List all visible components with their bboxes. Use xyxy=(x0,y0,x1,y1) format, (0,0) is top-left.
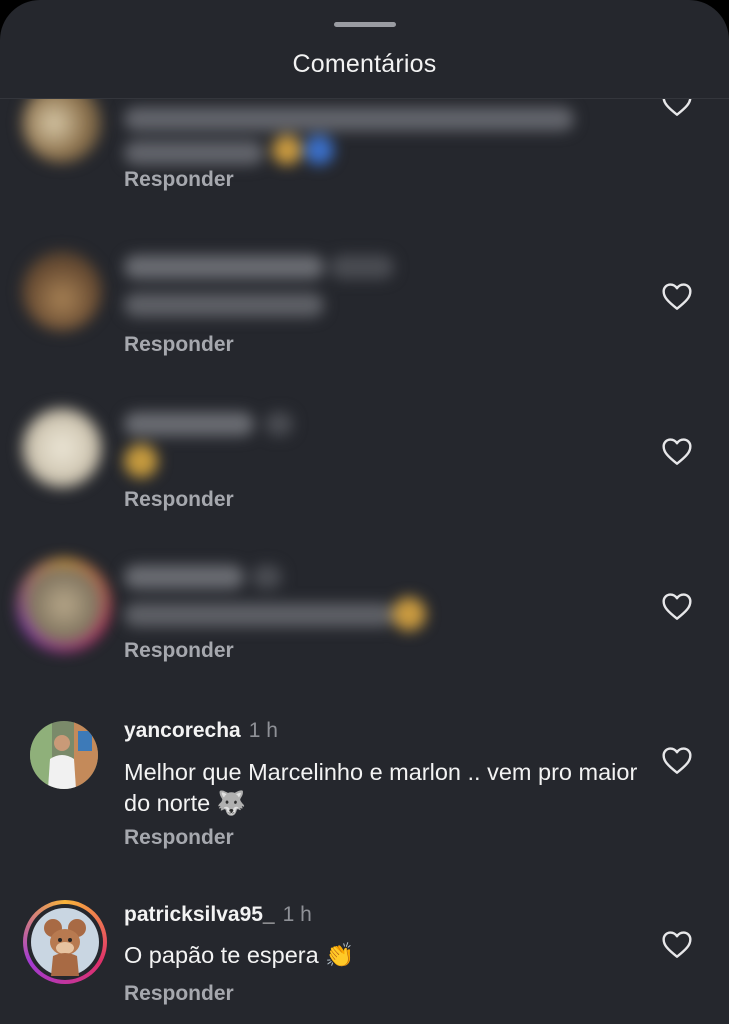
story-ring[interactable] xyxy=(23,900,107,984)
comment-time: 1 h xyxy=(282,903,312,926)
reply-button[interactable]: Responder xyxy=(124,488,234,512)
comment-item: Responder xyxy=(0,402,729,522)
heart-outline-icon[interactable] xyxy=(661,281,693,311)
heart-outline-icon[interactable] xyxy=(661,99,693,117)
avatar xyxy=(31,908,99,976)
reply-button[interactable]: Responder xyxy=(124,333,234,357)
comments-list[interactable]: Responder Responder Responder Responder … xyxy=(0,99,729,1024)
heart-outline-icon[interactable] xyxy=(661,929,693,959)
username-row: patricksilva95_ 1 h xyxy=(124,903,312,927)
sheet-title: Comentários xyxy=(292,50,437,78)
comment-text: O papão te espera 👏 xyxy=(124,942,355,968)
comment-item: Responder xyxy=(0,249,729,369)
username[interactable]: patricksilva95_ xyxy=(124,903,275,926)
comment-item: Responder xyxy=(0,559,729,679)
avatar[interactable] xyxy=(22,408,102,488)
comment-item: yancorecha 1 h Melhor que Marcelinho e ma… xyxy=(0,715,729,865)
avatar[interactable] xyxy=(22,251,102,331)
heart-outline-icon[interactable] xyxy=(661,745,693,775)
comments-sheet: Comentários Responder Responder Responde… xyxy=(0,0,729,1024)
heart-outline-icon[interactable] xyxy=(661,436,693,466)
heart-outline-icon[interactable] xyxy=(661,591,693,621)
comment-item: patricksilva95_ 1 h O papão te espera 👏 R… xyxy=(0,899,729,1024)
comment-text: Melhor que Marcelinho e marlon .. vem pr… xyxy=(124,759,638,816)
reply-button[interactable]: Responder xyxy=(124,982,234,1006)
avatar[interactable] xyxy=(30,721,98,789)
reply-button[interactable]: Responder xyxy=(124,826,234,850)
reply-button[interactable]: Responder xyxy=(124,639,234,663)
reply-button[interactable]: Responder xyxy=(124,168,234,192)
story-ring[interactable] xyxy=(18,559,110,651)
comment-item: Responder xyxy=(0,99,729,199)
drag-handle[interactable] xyxy=(334,22,396,27)
comment-time: 1 h xyxy=(248,719,278,742)
username-row: yancorecha 1 h xyxy=(124,719,278,743)
avatar[interactable] xyxy=(22,99,102,163)
username[interactable]: yancorecha xyxy=(124,719,241,742)
user-photo-icon xyxy=(30,721,98,789)
